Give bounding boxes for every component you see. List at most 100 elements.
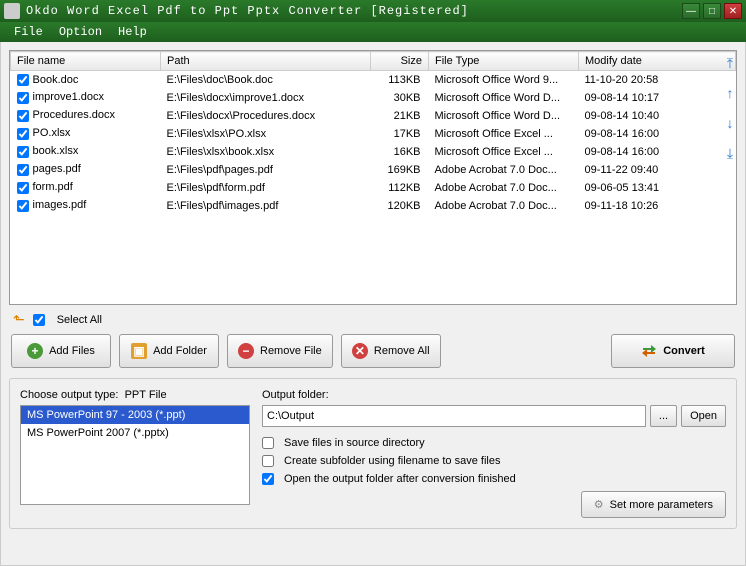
file-date: 09-08-14 16:00 xyxy=(579,125,736,143)
save-source-checkbox[interactable] xyxy=(262,437,274,449)
add-folder-label: Add Folder xyxy=(153,345,207,357)
column-header-size[interactable]: Size xyxy=(371,52,429,71)
file-date: 09-08-14 10:17 xyxy=(579,89,736,107)
window-title: Okdo Word Excel Pdf to Ppt Pptx Converte… xyxy=(26,4,682,18)
move-bottom-icon[interactable]: ⤓ xyxy=(721,144,739,162)
add-files-button[interactable]: + Add Files xyxy=(11,334,111,368)
menu-help[interactable]: Help xyxy=(110,23,155,41)
more-parameters-button[interactable]: ⚙ Set more parameters xyxy=(581,491,726,518)
gear-icon: ⚙ xyxy=(594,498,604,511)
list-item[interactable]: MS PowerPoint 2007 (*.pptx) xyxy=(21,424,249,442)
column-header-name[interactable]: File name xyxy=(11,52,161,71)
file-size: 169KB xyxy=(371,161,429,179)
open-after-label[interactable]: Open the output folder after conversion … xyxy=(284,473,516,485)
file-path: E:\Files\docx\improve1.docx xyxy=(161,89,371,107)
file-name: Book.doc xyxy=(33,74,79,86)
output-folder-input[interactable] xyxy=(262,405,646,427)
browse-button[interactable]: ... xyxy=(650,405,677,427)
convert-button[interactable]: Convert xyxy=(611,334,735,368)
file-size: 17KB xyxy=(371,125,429,143)
subfolder-checkbox[interactable] xyxy=(262,455,274,467)
table-row[interactable]: PO.xlsxE:\Files\xlsx\PO.xlsx17KBMicrosof… xyxy=(11,125,736,143)
file-size: 113KB xyxy=(371,71,429,89)
file-name: PO.xlsx xyxy=(33,127,71,139)
menu-file[interactable]: File xyxy=(6,23,51,41)
column-header-type[interactable]: File Type xyxy=(429,52,579,71)
file-name: Procedures.docx xyxy=(33,109,116,121)
move-top-icon[interactable]: ⤒ xyxy=(721,54,739,72)
move-down-icon[interactable]: ↓ xyxy=(721,114,739,132)
output-type-label: Choose output type: PPT File xyxy=(20,389,250,401)
select-all-checkbox[interactable] xyxy=(33,314,45,326)
remove-all-label: Remove All xyxy=(374,345,430,357)
file-type: Microsoft Office Word D... xyxy=(429,89,579,107)
open-after-checkbox[interactable] xyxy=(262,473,274,485)
file-path: E:\Files\pdf\pages.pdf xyxy=(161,161,371,179)
select-all-label[interactable]: Select All xyxy=(57,314,102,326)
remove-file-button[interactable]: − Remove File xyxy=(227,334,333,368)
open-folder-button[interactable]: Open xyxy=(681,405,726,427)
move-up-icon[interactable]: ↑ xyxy=(721,84,739,102)
row-checkbox[interactable] xyxy=(17,92,29,104)
remove-file-label: Remove File xyxy=(260,345,322,357)
file-size: 112KB xyxy=(371,179,429,197)
subfolder-label[interactable]: Create subfolder using filename to save … xyxy=(284,455,500,467)
file-name: pages.pdf xyxy=(33,163,81,175)
file-path: E:\Files\doc\Book.doc xyxy=(161,71,371,89)
file-path: E:\Files\pdf\images.pdf xyxy=(161,197,371,215)
maximize-button[interactable]: □ xyxy=(703,3,721,19)
row-checkbox[interactable] xyxy=(17,182,29,194)
row-checkbox[interactable] xyxy=(17,146,29,158)
output-type-list[interactable]: MS PowerPoint 97 - 2003 (*.ppt)MS PowerP… xyxy=(20,405,250,505)
file-size: 21KB xyxy=(371,107,429,125)
minus-icon: − xyxy=(238,343,254,359)
column-header-date[interactable]: Modify date xyxy=(579,52,736,71)
table-row[interactable]: book.xlsx E:\Files\xlsx\book.xlsx16KBMicr… xyxy=(11,143,736,161)
more-parameters-label: Set more parameters xyxy=(610,499,713,511)
menubar: File Option Help xyxy=(0,22,746,42)
file-type: Adobe Acrobat 7.0 Doc... xyxy=(429,161,579,179)
main-panel: File name Path Size File Type Modify dat… xyxy=(0,42,746,566)
app-icon xyxy=(4,3,20,19)
save-source-label[interactable]: Save files in source directory xyxy=(284,437,425,449)
row-checkbox[interactable] xyxy=(17,164,29,176)
file-type: Microsoft Office Excel ... xyxy=(429,143,579,161)
file-list[interactable]: File name Path Size File Type Modify dat… xyxy=(9,50,737,305)
file-type: Microsoft Office Word 9... xyxy=(429,71,579,89)
file-type: Microsoft Office Word D... xyxy=(429,107,579,125)
output-folder-label: Output folder: xyxy=(262,389,726,401)
menu-option[interactable]: Option xyxy=(51,23,110,41)
file-path: E:\Files\pdf\form.pdf xyxy=(161,179,371,197)
plus-icon: + xyxy=(27,343,43,359)
row-checkbox[interactable] xyxy=(17,74,29,86)
file-name: book.xlsx xyxy=(33,145,79,157)
close-button[interactable]: ✕ xyxy=(724,3,742,19)
file-date: 09-11-22 09:40 xyxy=(579,161,736,179)
add-files-label: Add Files xyxy=(49,345,95,357)
up-folder-icon[interactable]: ⬑ xyxy=(13,311,25,328)
minimize-button[interactable]: — xyxy=(682,3,700,19)
file-name: images.pdf xyxy=(33,199,87,211)
row-checkbox[interactable] xyxy=(17,128,29,140)
file-type: Adobe Acrobat 7.0 Doc... xyxy=(429,197,579,215)
convert-label: Convert xyxy=(663,345,705,357)
add-folder-button[interactable]: ▣ Add Folder xyxy=(119,334,219,368)
file-size: 16KB xyxy=(371,143,429,161)
list-item[interactable]: MS PowerPoint 97 - 2003 (*.ppt) xyxy=(21,406,249,424)
table-row[interactable]: pages.pdf E:\Files\pdf\pages.pdf169KBAdob… xyxy=(11,161,736,179)
table-row[interactable]: improve1.docxE:\Files\docx\improve1.docx… xyxy=(11,89,736,107)
remove-all-button[interactable]: ✕ Remove All xyxy=(341,334,441,368)
file-path: E:\Files\xlsx\book.xlsx xyxy=(161,143,371,161)
file-size: 120KB xyxy=(371,197,429,215)
file-type: Microsoft Office Excel ... xyxy=(429,125,579,143)
column-header-path[interactable]: Path xyxy=(161,52,371,71)
table-row[interactable]: images.pdf E:\Files\pdf\images.pdf120KBAd… xyxy=(11,197,736,215)
table-row[interactable]: Book.doc E:\Files\doc\Book.doc113KBMicros… xyxy=(11,71,736,89)
row-checkbox[interactable] xyxy=(17,110,29,122)
file-date: 09-06-05 13:41 xyxy=(579,179,736,197)
table-row[interactable]: Procedures.docxE:\Files\docx\Procedures.… xyxy=(11,107,736,125)
row-checkbox[interactable] xyxy=(17,200,29,212)
file-name: form.pdf xyxy=(33,181,73,193)
file-date: 09-08-14 16:00 xyxy=(579,143,736,161)
table-row[interactable]: form.pdfE:\Files\pdf\form.pdf112KBAdobe … xyxy=(11,179,736,197)
